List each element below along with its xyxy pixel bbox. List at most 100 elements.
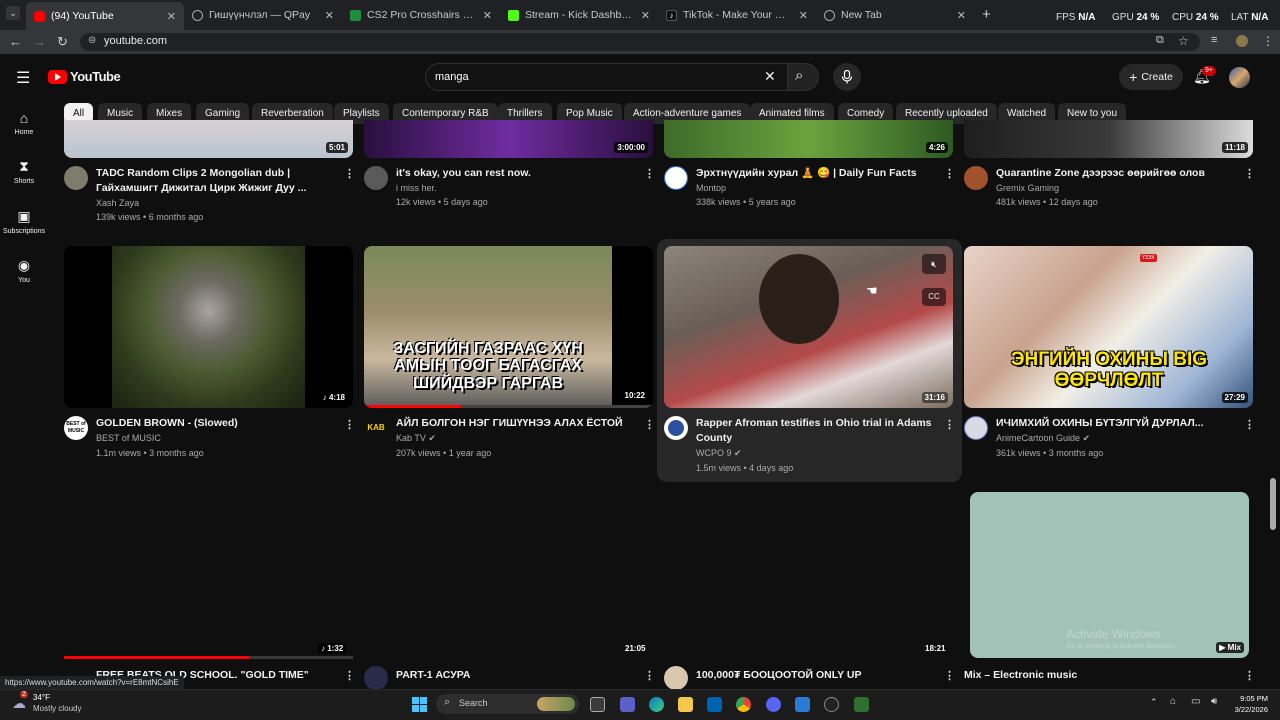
- more-options-icon[interactable]: ⋮: [944, 167, 955, 180]
- browser-menu-icon[interactable]: ⋮: [1262, 34, 1274, 48]
- minecraft-icon[interactable]: [854, 697, 869, 712]
- tab-new-tab[interactable]: New Tab ✕: [816, 4, 974, 26]
- taskbar-search-box[interactable]: ⌕ Search: [436, 694, 579, 714]
- edge-icon[interactable]: [649, 697, 664, 712]
- task-view-icon[interactable]: [590, 697, 605, 712]
- install-app-icon[interactable]: ⧉: [1156, 34, 1164, 47]
- channel-avatar[interactable]: [964, 166, 988, 190]
- file-explorer-icon[interactable]: [678, 697, 693, 712]
- forward-arrow-icon[interactable]: →: [33, 34, 46, 49]
- channel-name[interactable]: Gremix Gaming: [996, 183, 1059, 193]
- obs-icon[interactable]: [824, 697, 839, 712]
- channel-avatar[interactable]: [964, 416, 988, 440]
- video-thumbnail[interactable]: 5:01: [64, 120, 353, 158]
- discord-icon[interactable]: [766, 697, 781, 712]
- video-thumbnail-preview[interactable]: 🔇︎ CC 31:16: [664, 246, 953, 408]
- sidebar-item-home[interactable]: ⌂ Home: [0, 110, 48, 136]
- sidebar-item-you[interactable]: ◉ You: [0, 257, 48, 284]
- url-bar[interactable]: ⊜ youtube.com: [80, 33, 1200, 51]
- video-thumbnail[interactable]: ♪ 4:18: [64, 246, 353, 408]
- video-thumbnail[interactable]: ЗАСГИЙН ГАЗРААС ХҮН АМЫН ТООГ БАГАСГАХ Ш…: [364, 246, 653, 408]
- more-options-icon[interactable]: ⋮: [644, 418, 655, 431]
- mute-icon[interactable]: 🔇︎: [922, 254, 946, 274]
- tab-close-icon[interactable]: ✕: [167, 10, 176, 23]
- new-tab-plus-icon[interactable]: +: [982, 6, 991, 23]
- channel-name[interactable]: AnimeCartoon Guide ✔︎: [996, 433, 1090, 444]
- reading-list-icon[interactable]: ≡: [1211, 34, 1217, 46]
- tab-close-icon[interactable]: ✕: [483, 9, 492, 22]
- tab-youtube[interactable]: (94) YouTube ✕: [26, 2, 184, 30]
- tab-close-icon[interactable]: ✕: [325, 9, 334, 22]
- network-icon[interactable]: ▭: [1191, 696, 1200, 707]
- tray-app-icon[interactable]: ⌂: [1170, 696, 1176, 707]
- video-title[interactable]: АЙЛ БОЛГОН НЭГ ГИШҮҮНЭЭ АЛАХ ЁСТОЙ: [396, 416, 631, 431]
- channel-name[interactable]: WCPO 9 ✔︎: [696, 448, 742, 459]
- account-avatar[interactable]: [1229, 67, 1250, 88]
- page-scrollbar-thumb[interactable]: [1270, 478, 1276, 530]
- back-arrow-icon[interactable]: ←: [9, 34, 22, 49]
- video-title[interactable]: it's okay, you can rest now.: [396, 166, 631, 181]
- channel-name[interactable]: i miss her.: [396, 183, 437, 193]
- clear-search-icon[interactable]: ✕: [764, 68, 776, 85]
- channel-name[interactable]: Kab TV ✔︎: [396, 433, 436, 444]
- more-options-icon[interactable]: ⋮: [1244, 669, 1255, 682]
- start-button[interactable]: [412, 697, 427, 712]
- more-options-icon[interactable]: ⋮: [944, 669, 955, 682]
- tab-close-icon[interactable]: ✕: [957, 9, 966, 22]
- sidebar-item-subscriptions[interactable]: ▣ Subscriptions: [0, 208, 48, 235]
- tab-close-icon[interactable]: ✕: [799, 9, 808, 22]
- video-title[interactable]: ИЧИМХИЙ ОХИНЫ БҮТЭЛГҮЙ ДУРЛАЛ...: [996, 416, 1231, 431]
- captions-button[interactable]: CC: [922, 288, 946, 306]
- reload-icon[interactable]: ↻: [57, 34, 68, 50]
- more-options-icon[interactable]: ⋮: [644, 167, 655, 180]
- extension-icon[interactable]: [1236, 35, 1248, 47]
- video-title[interactable]: GOLDEN BROWN - (Slowed): [96, 416, 331, 431]
- channel-avatar[interactable]: [64, 166, 88, 190]
- more-options-icon[interactable]: ⋮: [1244, 418, 1255, 431]
- video-title[interactable]: 100,000₮ БООЦООТОЙ ONLY UP: [696, 668, 931, 683]
- tab-search-dropdown-icon[interactable]: ⌄: [6, 6, 20, 20]
- channel-avatar[interactable]: [664, 166, 688, 190]
- voice-search-button[interactable]: [833, 63, 861, 91]
- video-thumbnail[interactable]: ҮЗЭХ ЭНГИЙН ОХИНЫ BIG ӨӨРЧЛӨЛТ 27:29: [964, 246, 1253, 408]
- channel-avatar[interactable]: BEST of MUSIC: [64, 416, 88, 440]
- search-input[interactable]: manga: [425, 63, 788, 91]
- more-options-icon[interactable]: ⋮: [344, 418, 355, 431]
- channel-name[interactable]: Montop: [696, 183, 726, 193]
- site-info-icon[interactable]: ⊜: [88, 35, 96, 46]
- video-thumbnail[interactable]: 3:00:00: [364, 120, 653, 158]
- app-icon[interactable]: [795, 697, 810, 712]
- video-title[interactable]: TADC Random Clips 2 Mongolian dub | Гайх…: [96, 166, 331, 196]
- video-thumbnail[interactable]: 11:18: [964, 120, 1253, 158]
- tab-cs2-crosshairs[interactable]: CS2 Pro Crosshairs List | ProCr… ✕: [342, 4, 500, 26]
- channel-avatar[interactable]: [364, 166, 388, 190]
- video-title[interactable]: Mix – Electronic music: [964, 668, 1199, 683]
- video-thumbnail[interactable]: 4:26: [664, 120, 953, 158]
- video-title[interactable]: Rapper Afroman testifies in Ohio trial i…: [696, 416, 936, 446]
- more-options-icon[interactable]: ⋮: [344, 167, 355, 180]
- channel-avatar[interactable]: KAB: [364, 416, 388, 440]
- more-options-icon[interactable]: ⋮: [1244, 167, 1255, 180]
- channel-name[interactable]: Xash Zaya: [96, 198, 139, 208]
- tab-qpay[interactable]: Гишүүнчлэл — QPay ✕: [184, 4, 342, 26]
- search-button[interactable]: ⌕: [787, 63, 819, 91]
- volume-icon[interactable]: 🔊︎: [1211, 696, 1217, 707]
- notifications-button[interactable]: 🔔︎ 9+: [1193, 66, 1216, 85]
- video-title[interactable]: Quarantine Zone дээрээс өөрийгөө олов: [996, 166, 1231, 181]
- hamburger-menu-icon[interactable]: ☰: [16, 68, 30, 88]
- channel-avatar[interactable]: [664, 666, 688, 690]
- teams-icon[interactable]: [620, 697, 635, 712]
- more-options-icon[interactable]: ⋮: [944, 418, 955, 431]
- tab-close-icon[interactable]: ✕: [641, 9, 650, 22]
- bookmark-star-icon[interactable]: ☆: [1178, 34, 1189, 48]
- tray-chevron-icon[interactable]: ⌃: [1150, 697, 1158, 708]
- tab-tiktok[interactable]: ♪ TikTok - Make Your Day ✕: [658, 4, 816, 26]
- more-options-icon[interactable]: ⋮: [644, 669, 655, 682]
- create-button[interactable]: + Create: [1119, 64, 1183, 90]
- channel-avatar[interactable]: [664, 416, 688, 440]
- channel-name[interactable]: BEST of MUSIC: [96, 433, 161, 443]
- youtube-logo[interactable]: YouTube: [48, 69, 121, 84]
- video-title[interactable]: PART-1 АСУРА: [396, 668, 631, 683]
- tab-kick[interactable]: Stream - Kick Dashboard ✕: [500, 4, 658, 26]
- sidebar-item-shorts[interactable]: ⧗ Shorts: [0, 158, 48, 185]
